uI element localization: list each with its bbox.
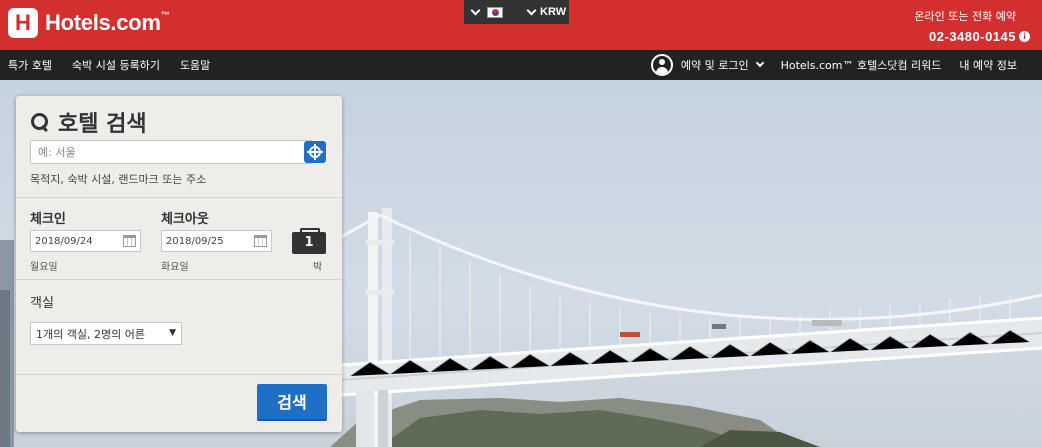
nav-help[interactable]: 도움말: [180, 57, 210, 73]
main-nav: 특가 호텔 숙박 시설 등록하기 도움말 예약 및 로그인 Hotels.com…: [0, 50, 1042, 80]
checkin-date-input[interactable]: 2018/09/24: [30, 230, 141, 252]
crosshair-icon: [307, 144, 323, 160]
nav-deals[interactable]: 특가 호텔: [8, 57, 52, 73]
dropdown-arrow-icon: ▼: [169, 328, 176, 338]
checkin-date-value: 2018/09/24: [35, 235, 93, 247]
trademark: ™: [160, 10, 170, 20]
logo-letter: H: [15, 10, 31, 35]
hotel-search-panel: 호텔 검색 목적지, 숙박 시설, 랜드마크 또는 주소 체크인 2018/09…: [16, 96, 342, 432]
south-korea-flag-icon: [487, 6, 503, 18]
rooms-select-value: 1개의 객실, 2명의 어른: [36, 327, 145, 341]
login-menu[interactable]: 예약 및 로그인: [680, 57, 764, 73]
calendar-icon[interactable]: [123, 235, 136, 247]
top-bar: H Hotels.com™ KRW 온라인 또는 전화 예약 02-3480-0…: [0, 0, 1042, 50]
country-selector[interactable]: [470, 0, 503, 24]
hotels-logo-icon: H: [8, 8, 38, 38]
user-avatar-icon[interactable]: [650, 54, 673, 76]
current-location-button[interactable]: [304, 141, 326, 163]
currency-label: KRW: [540, 6, 567, 18]
destination-hint: 목적지, 숙박 시설, 랜드마크 또는 주소: [30, 173, 207, 186]
hotels-logo[interactable]: H Hotels.com™: [8, 8, 170, 38]
checkout-date-value: 2018/09/25: [166, 235, 224, 247]
checkin-weekday: 월요일: [30, 262, 58, 273]
brand-name-text: Hotels.com: [45, 10, 161, 35]
nav-list-property[interactable]: 숙박 시설 등록하기: [72, 57, 160, 73]
booking-phone-label: 온라인 또는 전화 예약: [914, 10, 1016, 23]
chevron-down-icon: [526, 5, 537, 15]
booking-phone-number: 02-3480-0145: [929, 29, 1016, 44]
brand-name: Hotels.com™: [45, 10, 170, 36]
nav-my-bookings[interactable]: 내 예약 정보: [959, 57, 1017, 73]
rooms-select[interactable]: 1개의 객실, 2명의 어른 ▼: [30, 322, 182, 345]
checkout-weekday: 화요일: [161, 262, 189, 273]
nav-rewards[interactable]: Hotels.com™ 호텔스닷컴 리워드: [781, 57, 942, 73]
divider: [16, 279, 342, 280]
checkout-label: 체크아웃: [161, 212, 209, 227]
checkout-date-input[interactable]: 2018/09/25: [161, 230, 272, 252]
login-label: 예약 및 로그인: [680, 59, 749, 72]
chevron-down-icon: [755, 58, 764, 68]
locale-selector: KRW: [464, 0, 569, 24]
nights-count: 1: [292, 228, 326, 254]
search-button[interactable]: 검색: [257, 384, 327, 421]
info-icon[interactable]: i: [1019, 31, 1030, 42]
search-icon: [30, 112, 50, 132]
search-title: 호텔 검색: [30, 106, 147, 138]
nights-unit: 박: [313, 262, 323, 273]
divider: [16, 374, 342, 375]
chevron-down-icon: [470, 5, 481, 15]
currency-selector[interactable]: KRW: [526, 0, 567, 24]
calendar-icon[interactable]: [254, 235, 267, 247]
divider: [16, 197, 342, 198]
destination-input[interactable]: [30, 140, 312, 164]
search-title-text: 호텔 검색: [58, 112, 147, 137]
rooms-label: 객실: [30, 296, 54, 311]
checkin-label: 체크인: [30, 212, 66, 227]
